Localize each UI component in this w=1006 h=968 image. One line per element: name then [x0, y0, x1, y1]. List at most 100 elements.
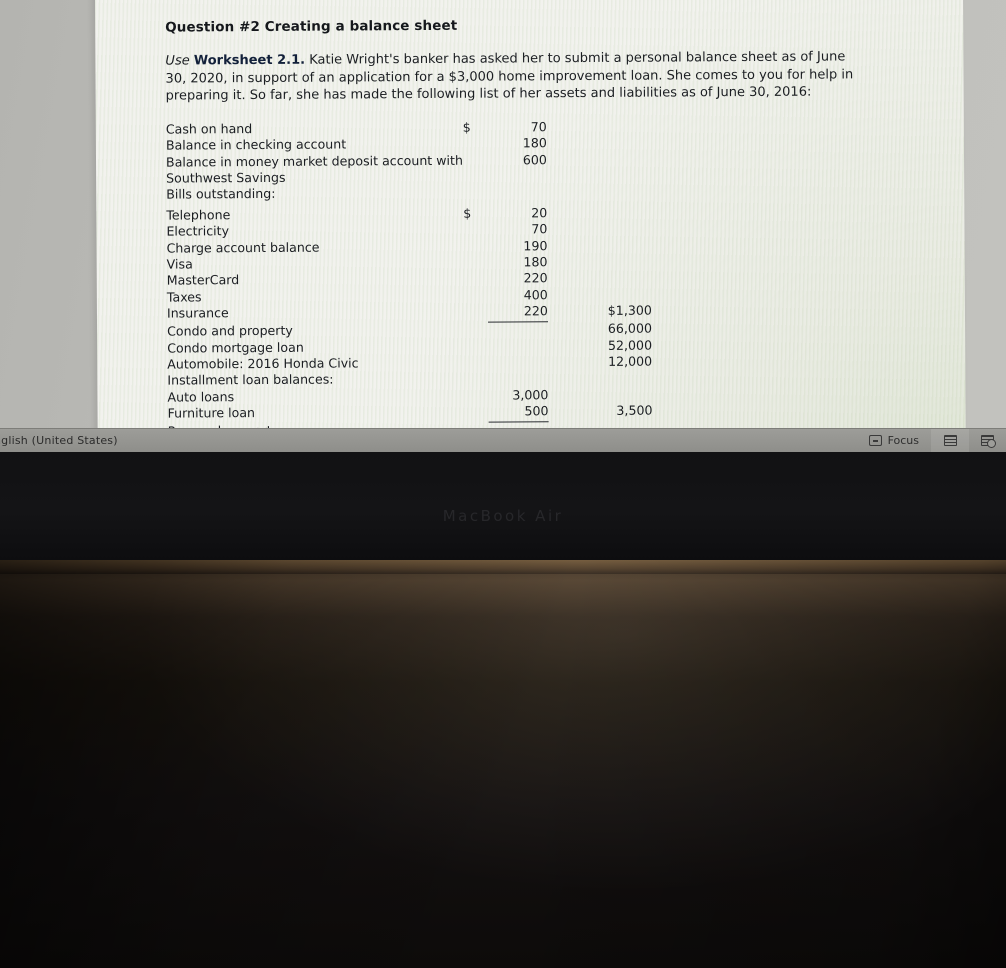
item-label: Cash on hand: [165, 120, 253, 137]
item-label: Electricity: [166, 223, 230, 239]
item-value-column-1: 180: [522, 135, 547, 151]
item-value-column-2: $1,300: [607, 302, 652, 319]
focus-mode-button[interactable]: Focus: [857, 429, 931, 452]
column-gap: [548, 270, 582, 287]
currency-symbol: [463, 152, 487, 169]
item-label: Charge account balance: [166, 239, 320, 256]
item-value-column-2: [582, 386, 652, 403]
worksheet-reference: Worksheet 2.1.: [193, 52, 306, 69]
item-value-column-1: 600: [522, 151, 547, 167]
web-layout-icon: [981, 435, 996, 448]
item-value-column-2: [581, 221, 651, 238]
column-gap: [548, 287, 582, 304]
page-view-icon: [944, 435, 957, 446]
item-label: Condo mortgage loan: [167, 339, 304, 356]
currency-symbol: [463, 238, 487, 255]
currency-symbol: [463, 222, 487, 239]
page-view-button[interactable]: [931, 429, 969, 452]
item-value-column-2: [582, 270, 652, 287]
item-value-column-2: [581, 204, 651, 221]
currency-symbol: $: [463, 205, 472, 221]
question-body: Use Worksheet 2.1. Katie Wright's banker…: [165, 48, 865, 105]
focus-label: Focus: [887, 434, 919, 447]
item-value-column-1: 3,000: [512, 387, 549, 403]
currency-symbol: [464, 304, 488, 322]
language-status[interactable]: nglish (United States): [0, 434, 118, 447]
item-label: Balance in checking account: [165, 136, 347, 153]
focus-icon: [868, 435, 882, 446]
currency-symbol: [464, 322, 488, 339]
item-label: Furniture loan: [167, 405, 256, 421]
item-label: Bills outstanding:: [166, 186, 276, 202]
item-value-column-1: [488, 321, 548, 338]
item-value-column-1: [488, 371, 548, 388]
document-page[interactable]: Question #2 Creating a balance sheet Use…: [95, 0, 966, 452]
item-value-column-2: 66,000: [607, 320, 653, 337]
currency-symbol: [463, 136, 487, 153]
item-value-column-1: [488, 338, 548, 355]
item-value-column-2: [581, 237, 651, 254]
currency-symbol: [464, 338, 488, 355]
column-gap: [548, 303, 582, 321]
item-value-column-2: [582, 286, 652, 303]
item-label: Visa: [166, 256, 193, 272]
currency-symbol: [464, 404, 488, 422]
column-gap: [547, 221, 581, 238]
column-gap: [547, 184, 581, 201]
item-label: Balance in money market deposit account …: [165, 152, 463, 170]
item-value-column-1: 20: [531, 205, 548, 221]
assets-liabilities-table: Cash on hand $70 Balance in checking accou…: [166, 118, 653, 440]
column-gap: [547, 205, 581, 222]
item-value-column-1: [488, 354, 548, 371]
currency-symbol: [464, 255, 488, 272]
macbook-brand-label: MacBook Air: [442, 507, 564, 525]
item-value-column-2: 12,000: [608, 353, 653, 369]
use-label: Use: [165, 53, 190, 69]
column-gap: [548, 370, 582, 387]
item-value-column-2: 52,000: [607, 337, 653, 353]
laptop-screen: Question #2 Creating a balance sheet Use…: [0, 0, 1006, 452]
item-value-column-2: [582, 370, 652, 387]
item-value-column-1: 220: [487, 303, 548, 322]
item-value-column-2: [582, 254, 652, 271]
item-label: Auto loans: [167, 388, 235, 405]
item-value-column-2: [581, 184, 651, 201]
column-gap: [548, 338, 582, 355]
item-value-column-1: [487, 185, 547, 202]
item-value-column-1: 190: [523, 237, 548, 254]
screen-bezel: MacBook Air: [0, 452, 1006, 560]
item-label: Southwest Savings: [166, 169, 286, 186]
item-value-column-1: 180: [523, 254, 548, 270]
currency-symbol: [464, 387, 488, 404]
column-gap: [547, 238, 581, 255]
currency-symbol: [463, 185, 487, 202]
status-bar: nglish (United States) Focus: [0, 428, 1006, 452]
column-gap: [548, 403, 582, 421]
item-label: Insurance: [166, 305, 229, 321]
item-value-column-2: [581, 135, 651, 152]
item-value-column-2: [581, 168, 651, 185]
currency-symbol: [464, 287, 488, 304]
column-gap: [547, 168, 581, 185]
column-gap: [548, 254, 582, 271]
item-label: MasterCard: [166, 272, 240, 289]
web-layout-button[interactable]: [969, 429, 1006, 452]
item-value-column-1: 70: [531, 221, 548, 237]
currency-symbol: [464, 271, 488, 288]
item-value-column-2: 3,500: [616, 402, 653, 419]
item-label: Automobile: 2016 Honda Civic: [167, 355, 359, 372]
item-label: Taxes: [166, 289, 202, 305]
column-gap: [547, 119, 581, 136]
item-value-column-1: 400: [523, 287, 548, 303]
currency-symbol: [464, 355, 488, 372]
column-gap: [548, 354, 582, 371]
question-title: Question #2 Creating a balance sheet: [165, 17, 458, 36]
item-label: Condo and property: [167, 322, 293, 339]
laptop-keyboard-deck: ☀ọọF3∷∷F4∴F5∴F6◁◁F7▷‖F8▷▷F9◁F10 #3$4%5^6…: [0, 560, 1006, 968]
item-value-column-1: 500: [488, 403, 549, 422]
column-gap: [547, 152, 581, 169]
item-label: Telephone: [166, 206, 231, 223]
item-value-column-2: [581, 118, 651, 135]
column-gap: [548, 321, 582, 338]
item-value-column-1: [487, 168, 547, 185]
